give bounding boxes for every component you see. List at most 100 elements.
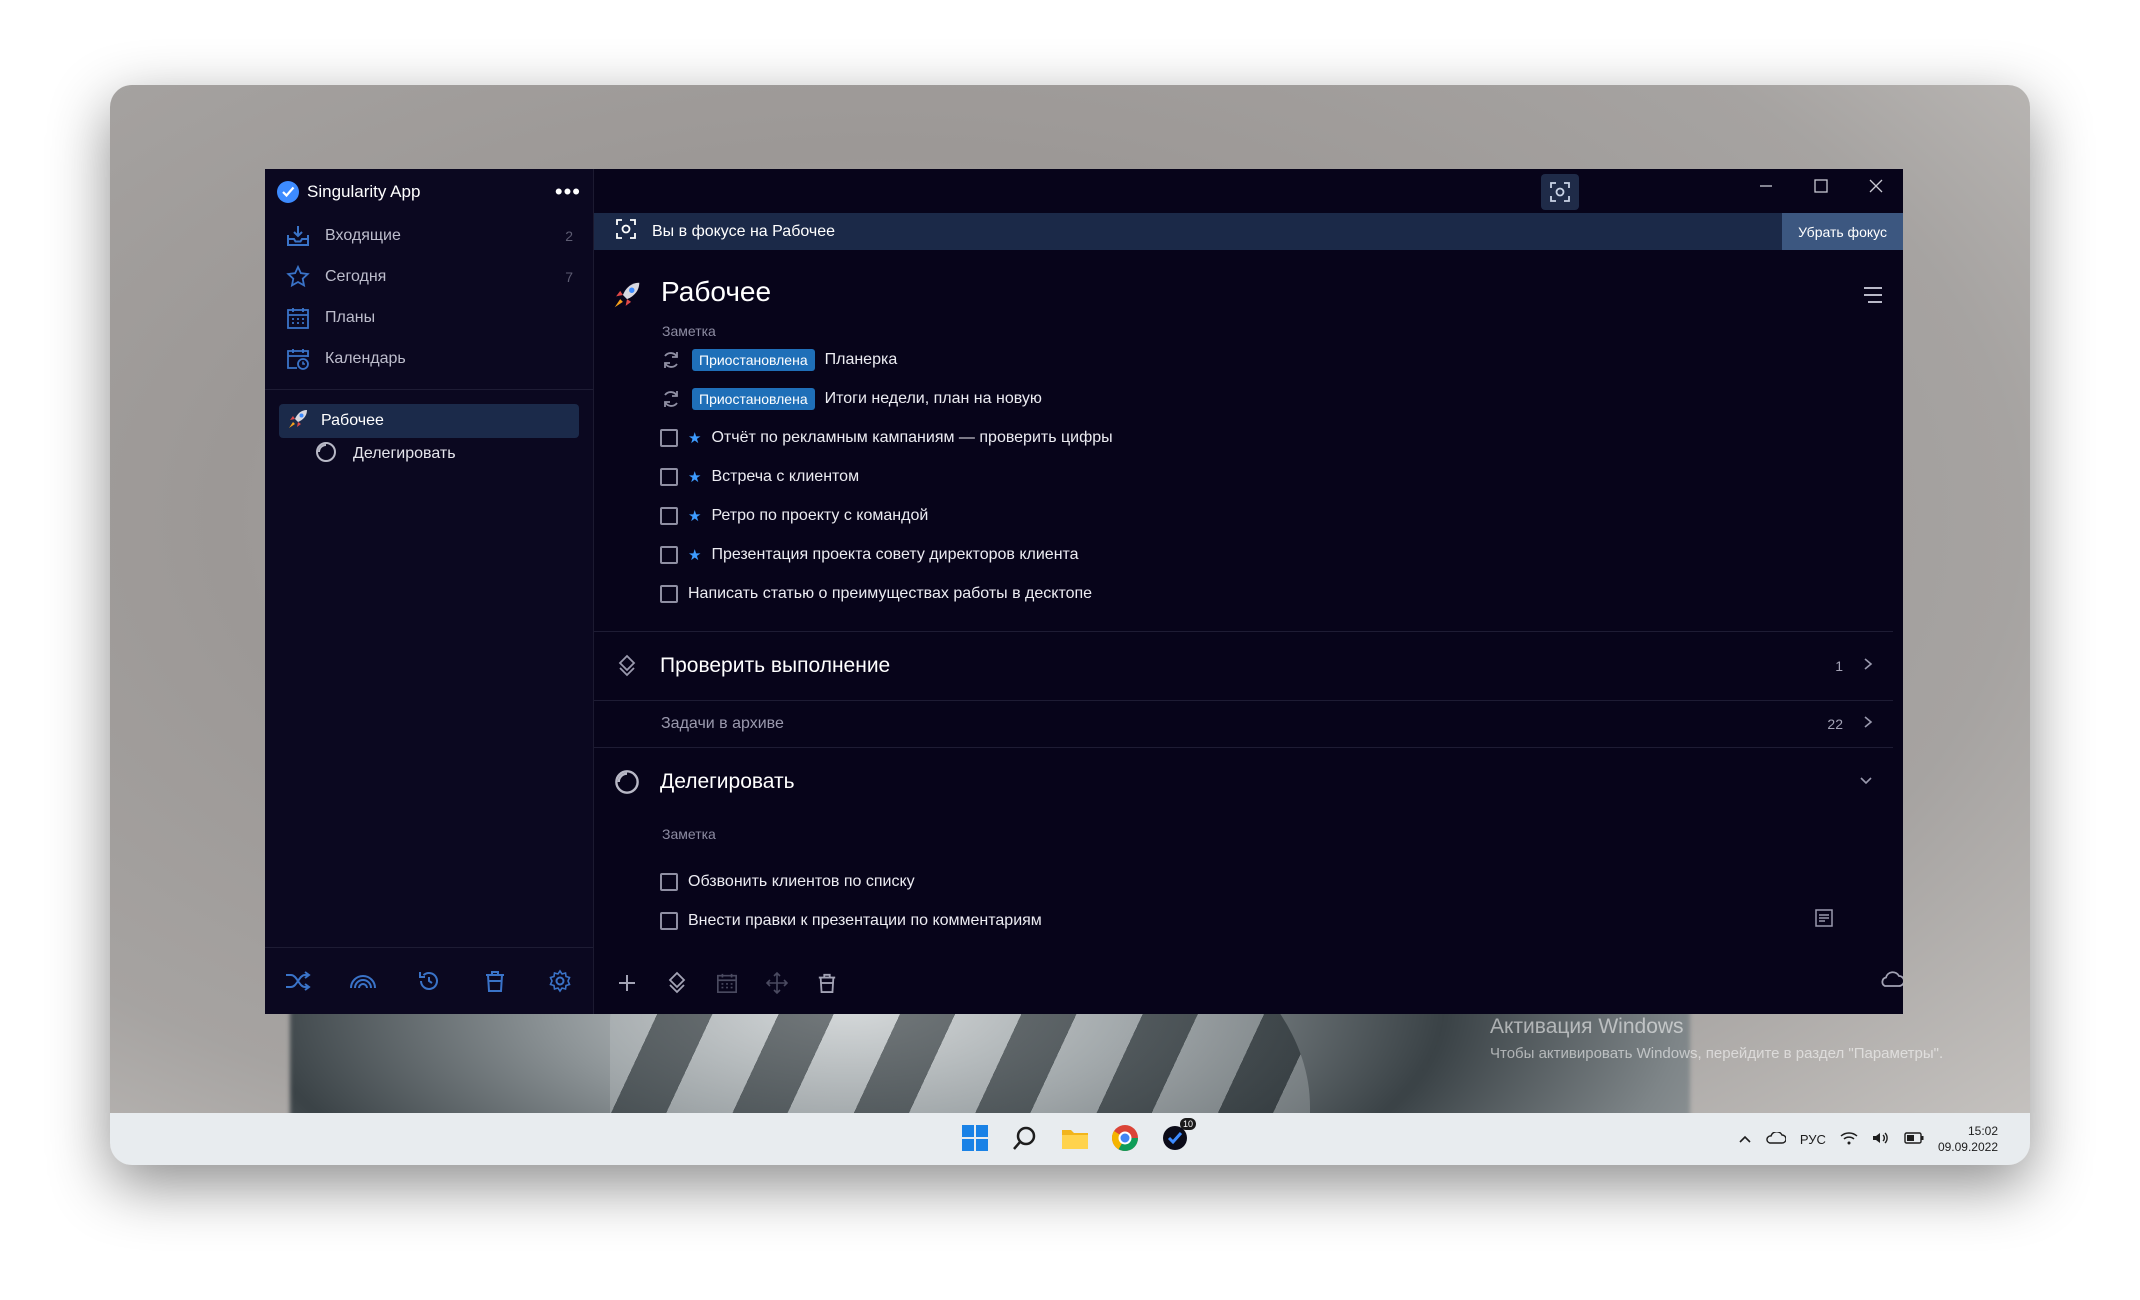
windows-start-icon[interactable] bbox=[958, 1121, 992, 1155]
task-checkbox[interactable] bbox=[660, 872, 678, 891]
star-icon bbox=[285, 264, 311, 290]
singularity-taskbar-icon[interactable]: 10 bbox=[1158, 1118, 1196, 1155]
sidebar-item-calendar[interactable]: Календарь bbox=[265, 338, 593, 379]
wifi-icon[interactable] bbox=[1840, 1131, 1858, 1148]
sidebar-item-today[interactable]: Сегодня 7 bbox=[265, 256, 593, 297]
move-arrows-icon[interactable] bbox=[764, 970, 790, 996]
repeat-icon[interactable] bbox=[660, 388, 682, 410]
section-count: 22 bbox=[1827, 716, 1843, 732]
hamburger-menu-icon[interactable] bbox=[1863, 286, 1883, 309]
project-note[interactable]: Заметка bbox=[662, 323, 716, 339]
section-title: Проверить выполнение bbox=[660, 654, 891, 677]
star-icon: ★ bbox=[688, 546, 702, 564]
clock[interactable]: 15:02 09.09.2022 bbox=[1938, 1123, 1998, 1155]
chrome-icon[interactable] bbox=[1108, 1121, 1142, 1155]
window-titlebar bbox=[594, 169, 1903, 213]
rainbow-habits-icon[interactable] bbox=[345, 963, 381, 999]
sidebar-item-label: Сегодня bbox=[325, 267, 387, 285]
remove-focus-button[interactable]: Убрать фокус bbox=[1782, 213, 1903, 250]
sidebar-item-label: Планы bbox=[325, 308, 376, 326]
sidebar-item-count: 2 bbox=[565, 227, 573, 244]
window-controls bbox=[1738, 169, 1903, 203]
stack-check-icon[interactable] bbox=[664, 970, 690, 996]
watermark-title: Активация Windows bbox=[1490, 1015, 1684, 1038]
star-icon: ★ bbox=[688, 507, 702, 525]
task-title[interactable]: Обзвонить клиентов по списку bbox=[688, 873, 915, 891]
minimize-icon[interactable] bbox=[1738, 169, 1793, 203]
file-explorer-icon[interactable] bbox=[1058, 1121, 1092, 1155]
note-icon[interactable] bbox=[1815, 909, 1833, 932]
project-title[interactable]: Рабочее bbox=[661, 276, 771, 308]
sidebar-item-inbox[interactable]: Входящие 2 bbox=[265, 215, 593, 256]
taskbar: 10 РУС 15:02 09.09.2022 bbox=[110, 1113, 2030, 1165]
calendar-grid-icon[interactable] bbox=[714, 970, 740, 996]
task-item: Приостановлена Итоги недели, план на нов… bbox=[594, 379, 1903, 418]
focus-mode-button[interactable] bbox=[1541, 174, 1579, 210]
status-badge: Приостановлена bbox=[692, 348, 815, 371]
section-note[interactable]: Заметка bbox=[594, 816, 1903, 852]
task-checkbox[interactable] bbox=[660, 584, 678, 603]
more-options-icon[interactable]: ••• bbox=[555, 179, 581, 205]
task-title[interactable]: Ретро по проекту с командой bbox=[711, 507, 928, 525]
task-title[interactable]: Презентация проекта совету директоров кл… bbox=[711, 546, 1078, 564]
task-title[interactable]: Написать статью о преимуществах работы в… bbox=[688, 585, 1092, 603]
shuffle-icon[interactable] bbox=[280, 963, 316, 999]
section-check-completion[interactable]: Проверить выполнение 1 bbox=[594, 632, 1903, 700]
main-pane: Вы в фокусе на Рабочее Убрать фокус Рабо… bbox=[594, 169, 1903, 1014]
focus-icon bbox=[616, 219, 636, 244]
task-title[interactable]: Планерка bbox=[825, 351, 898, 369]
chevron-right-icon[interactable] bbox=[1863, 715, 1873, 734]
cloud-sync-icon[interactable] bbox=[1879, 970, 1903, 993]
history-icon[interactable] bbox=[411, 963, 447, 999]
taskbar-badge: 10 bbox=[1179, 1118, 1196, 1130]
add-task-icon[interactable] bbox=[614, 970, 640, 996]
task-checkbox[interactable] bbox=[660, 467, 678, 486]
stack-check-icon bbox=[614, 653, 640, 679]
task-title[interactable]: Внести правки к презентации по комментар… bbox=[688, 912, 1042, 930]
sidebar-item-plans[interactable]: Планы bbox=[265, 297, 593, 338]
task-title[interactable]: Встреча с клиентом bbox=[711, 468, 859, 486]
language-indicator[interactable]: РУС bbox=[1800, 1132, 1826, 1147]
sidebar-header: Singularity App ••• bbox=[265, 169, 593, 215]
task-title[interactable]: Отчёт по рекламным кампаниям — проверить… bbox=[711, 429, 1112, 447]
task-title[interactable]: Итоги недели, план на новую bbox=[825, 390, 1042, 408]
main-footer-toolbar bbox=[594, 952, 1903, 1014]
sidebar-footer bbox=[265, 947, 593, 1014]
onedrive-cloud-icon[interactable] bbox=[1766, 1130, 1787, 1147]
section-archive[interactable]: Задачи в архиве 22 bbox=[594, 701, 1903, 747]
section-delegate[interactable]: Делегировать bbox=[594, 748, 1903, 816]
chevron-down-icon[interactable] bbox=[1859, 773, 1873, 791]
maximize-icon[interactable] bbox=[1793, 169, 1848, 203]
star-icon: ★ bbox=[688, 429, 702, 447]
activation-watermark: Активация Windows Чтобы активировать Win… bbox=[1490, 1015, 1943, 1062]
section-title: Делегировать bbox=[660, 770, 795, 793]
focus-banner-text: Вы в фокусе на Рабочее bbox=[652, 222, 836, 240]
settings-gear-icon[interactable] bbox=[542, 963, 578, 999]
section-title: Задачи в архиве bbox=[661, 715, 784, 732]
search-icon[interactable] bbox=[1008, 1121, 1042, 1155]
trash-icon[interactable] bbox=[477, 963, 513, 999]
rocket-icon bbox=[612, 280, 642, 315]
task-item: Приостановлена Планерка bbox=[594, 340, 1903, 379]
volume-icon[interactable] bbox=[1872, 1131, 1890, 1148]
repeat-icon[interactable] bbox=[660, 349, 682, 371]
sidebar-project-label: Делегировать bbox=[353, 445, 456, 462]
sidebar-project-delegate[interactable]: Делегировать bbox=[265, 438, 593, 470]
close-icon[interactable] bbox=[1848, 169, 1903, 203]
app-logo-icon bbox=[277, 181, 299, 203]
sidebar-divider bbox=[265, 389, 593, 390]
task-item: ★ Отчёт по рекламным кампаниям — провери… bbox=[594, 418, 1903, 457]
task-checkbox[interactable] bbox=[660, 545, 678, 564]
chevron-right-icon[interactable] bbox=[1863, 657, 1873, 676]
chevron-up-icon[interactable] bbox=[1738, 1132, 1752, 1147]
sidebar-project-work[interactable]: Рабочее bbox=[279, 404, 579, 438]
status-badge: Приостановлена bbox=[692, 387, 815, 410]
task-checkbox[interactable] bbox=[660, 428, 678, 447]
sidebar-item-label: Календарь bbox=[325, 349, 406, 367]
battery-icon[interactable] bbox=[1904, 1131, 1924, 1147]
system-tray: РУС 15:02 09.09.2022 bbox=[1738, 1123, 1998, 1155]
calendar-grid-icon bbox=[285, 305, 311, 331]
task-checkbox[interactable] bbox=[660, 911, 678, 930]
trash-icon[interactable] bbox=[814, 970, 840, 996]
task-checkbox[interactable] bbox=[660, 506, 678, 525]
